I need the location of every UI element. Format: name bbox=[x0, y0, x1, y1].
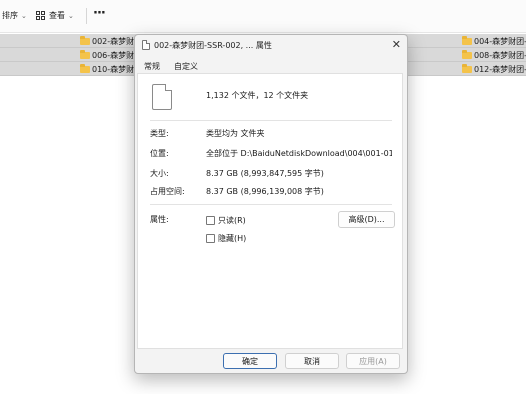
readonly-label: 只读(R) bbox=[218, 216, 246, 225]
checkbox-box[interactable] bbox=[206, 216, 215, 225]
advanced-button[interactable]: 高级(D)... bbox=[338, 211, 395, 228]
location-value: 全部位于 D:\BaiduNetdiskDownload\004\001-012… bbox=[206, 149, 392, 158]
folder-icon bbox=[462, 64, 472, 73]
explorer-toolbar: 排序 ⌄ 查看 ⌄ ··· bbox=[0, 0, 526, 33]
file-name: 012-森梦财团- bbox=[474, 65, 526, 74]
view-icon bbox=[36, 10, 46, 21]
sort-button[interactable]: 排序 ⌄ bbox=[2, 10, 27, 21]
chevron-down-icon: ⌄ bbox=[21, 11, 27, 20]
document-icon bbox=[142, 40, 150, 50]
toolbar-divider bbox=[86, 8, 87, 24]
file-item[interactable]: 008-森梦财团- bbox=[462, 50, 526, 61]
properties-dialog: 002-森梦财团-SSR-002, ... 属性 ✕ 常规 自定义 1,132 … bbox=[134, 34, 408, 374]
ok-button[interactable]: 确定 bbox=[223, 353, 277, 369]
tab-general[interactable]: 常规 bbox=[144, 61, 160, 72]
folder-icon bbox=[462, 50, 472, 59]
folder-icon bbox=[80, 36, 90, 45]
more-options-button[interactable]: ··· bbox=[93, 6, 106, 21]
tab-custom[interactable]: 自定义 bbox=[174, 61, 198, 72]
file-name: 008-森梦财团- bbox=[474, 51, 526, 60]
readonly-checkbox[interactable]: 只读(R) bbox=[206, 215, 246, 226]
hidden-checkbox[interactable]: 隐藏(H) bbox=[206, 233, 246, 244]
folder-icon bbox=[80, 50, 90, 59]
folder-icon bbox=[80, 64, 90, 73]
disk-size-label: 占用空间: bbox=[150, 187, 185, 196]
dialog-titlebar[interactable]: 002-森梦财团-SSR-002, ... 属性 ✕ bbox=[135, 35, 407, 57]
dialog-title: 002-森梦财团-SSR-002, ... 属性 bbox=[154, 41, 272, 50]
file-name: 004-森梦财团- bbox=[474, 37, 526, 46]
type-label: 类型: bbox=[150, 129, 169, 138]
folder-icon bbox=[462, 36, 472, 45]
size-label: 大小: bbox=[150, 169, 169, 178]
close-button[interactable]: ✕ bbox=[392, 38, 401, 51]
file-item[interactable]: 004-森梦财团- bbox=[462, 36, 526, 47]
selection-summary: 1,132 个文件，12 个文件夹 bbox=[206, 91, 309, 100]
apply-button[interactable]: 应用(A) bbox=[346, 353, 400, 369]
dialog-tabs: 常规 自定义 bbox=[135, 57, 407, 73]
divider bbox=[150, 204, 392, 205]
multiple-files-icon bbox=[152, 84, 172, 110]
size-value: 8.37 GB (8,993,847,595 字节) bbox=[206, 169, 324, 178]
attributes-label: 属性: bbox=[150, 215, 169, 224]
general-panel: 1,132 个文件，12 个文件夹 类型: 类型均为 文件夹 位置: 全部位于 … bbox=[137, 73, 403, 349]
type-value: 类型均为 文件夹 bbox=[206, 129, 265, 138]
hidden-label: 隐藏(H) bbox=[218, 234, 247, 243]
cancel-button[interactable]: 取消 bbox=[285, 353, 339, 369]
chevron-down-icon: ⌄ bbox=[68, 11, 74, 20]
sort-label: 排序 bbox=[2, 11, 18, 20]
divider bbox=[150, 120, 392, 121]
view-button[interactable]: 查看 ⌄ bbox=[36, 10, 74, 21]
location-label: 位置: bbox=[150, 149, 169, 158]
view-label: 查看 bbox=[49, 11, 65, 20]
checkbox-box[interactable] bbox=[206, 234, 215, 243]
disk-size-value: 8.37 GB (8,996,139,008 字节) bbox=[206, 187, 324, 196]
file-item[interactable]: 012-森梦财团- bbox=[462, 64, 526, 75]
